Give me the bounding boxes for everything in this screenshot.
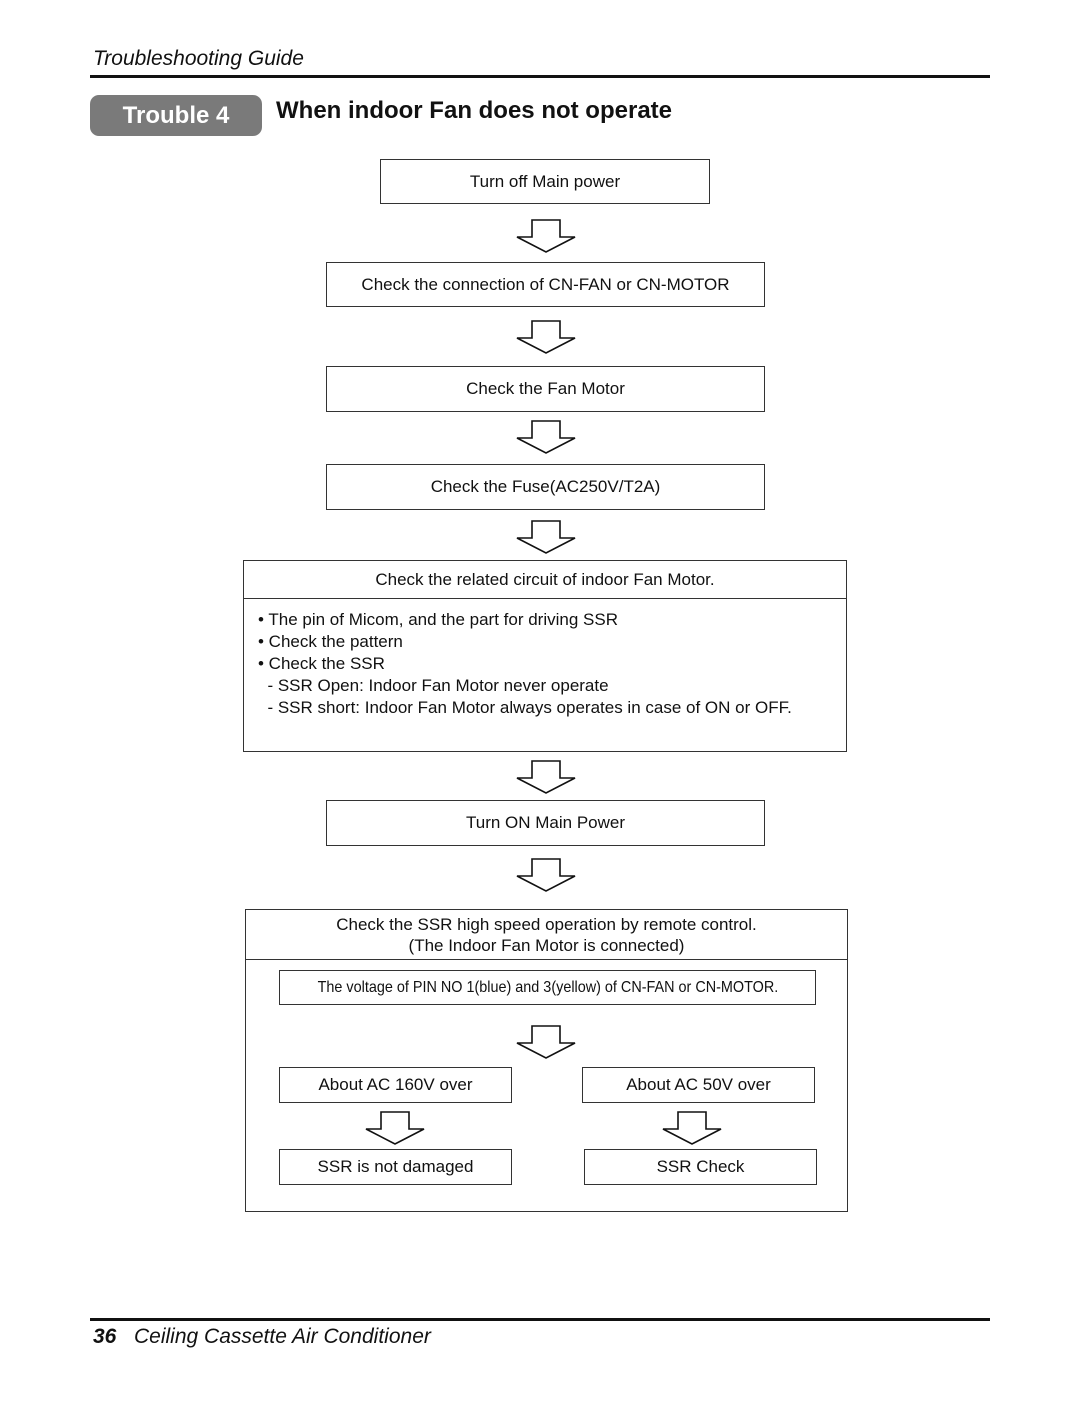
manual-title: Ceiling Cassette Air Conditioner	[134, 1325, 431, 1348]
step-label: Turn ON Main Power	[465, 813, 626, 832]
result-ssr-check: SSR Check	[584, 1149, 817, 1185]
step-check-connection: Check the connection of CN-FAN or CN-MOT…	[326, 262, 765, 307]
condition-160v: About AC 160V over	[279, 1067, 512, 1103]
step-label: Check the connection of CN-FAN or CN-MOT…	[361, 274, 730, 294]
step-label: Check the Fan Motor	[466, 379, 625, 398]
down-arrow-icon	[365, 1111, 425, 1145]
condition-label: About AC 50V over	[626, 1075, 771, 1094]
step-check-fan-motor: Check the Fan Motor	[326, 366, 765, 412]
step-check-fuse: Check the Fuse(AC250V/T2A)	[326, 464, 765, 510]
voltage-check-box: The voltage of PIN NO 1(blue) and 3(yell…	[279, 970, 816, 1005]
ssr-panel-title-line2: (The Indoor Fan Motor is connected)	[408, 935, 685, 955]
step-turn-on-power: Turn ON Main Power	[326, 800, 765, 846]
header-rule	[90, 75, 990, 78]
section-title: When indoor Fan does not operate	[276, 97, 672, 124]
circuit-panel-body: • The pin of Micom, and the part for dri…	[244, 599, 846, 719]
page-number: 36	[93, 1325, 117, 1348]
circuit-item: • The pin of Micom, and the part for dri…	[258, 610, 618, 629]
guide-title: Troubleshooting Guide	[93, 47, 304, 70]
result-label: SSR is not damaged	[317, 1157, 474, 1176]
down-arrow-icon	[516, 858, 576, 892]
circuit-check-panel: Check the related circuit of indoor Fan …	[243, 560, 847, 752]
condition-label: About AC 160V over	[318, 1075, 473, 1094]
ssr-panel-title-line1: Check the SSR high speed operation by re…	[336, 914, 757, 934]
footer-rule	[90, 1318, 990, 1321]
down-arrow-icon	[516, 420, 576, 454]
circuit-panel-title: Check the related circuit of indoor Fan …	[244, 561, 846, 599]
result-ssr-not-damaged: SSR is not damaged	[279, 1149, 512, 1185]
voltage-check-text: The voltage of PIN NO 1(blue) and 3(yell…	[317, 978, 778, 996]
step-label: Check the Fuse(AC250V/T2A)	[430, 477, 661, 496]
circuit-item: • Check the pattern	[258, 632, 403, 651]
down-arrow-icon	[516, 219, 576, 253]
step-turn-off-power: Turn off Main power	[380, 159, 710, 204]
condition-50v: About AC 50V over	[582, 1067, 815, 1103]
down-arrow-icon	[516, 760, 576, 794]
step-label: Turn off Main power	[469, 171, 621, 191]
trouble-badge-label: Trouble 4	[122, 101, 230, 129]
down-arrow-icon	[516, 1025, 576, 1059]
down-arrow-icon	[662, 1111, 722, 1145]
circuit-subitem: - SSR Open: Indoor Fan Motor never opera…	[258, 676, 609, 695]
circuit-item: • Check the SSR	[258, 654, 385, 673]
ssr-panel-title: Check the SSR high speed operation by re…	[246, 910, 847, 960]
trouble-badge: Trouble 4	[90, 95, 262, 136]
result-label: SSR Check	[656, 1157, 745, 1176]
circuit-subitem: - SSR short: Indoor Fan Motor always ope…	[258, 698, 792, 717]
down-arrow-icon	[516, 520, 576, 554]
circuit-panel-title-text: Check the related circuit of indoor Fan …	[375, 569, 715, 589]
down-arrow-icon	[516, 320, 576, 354]
